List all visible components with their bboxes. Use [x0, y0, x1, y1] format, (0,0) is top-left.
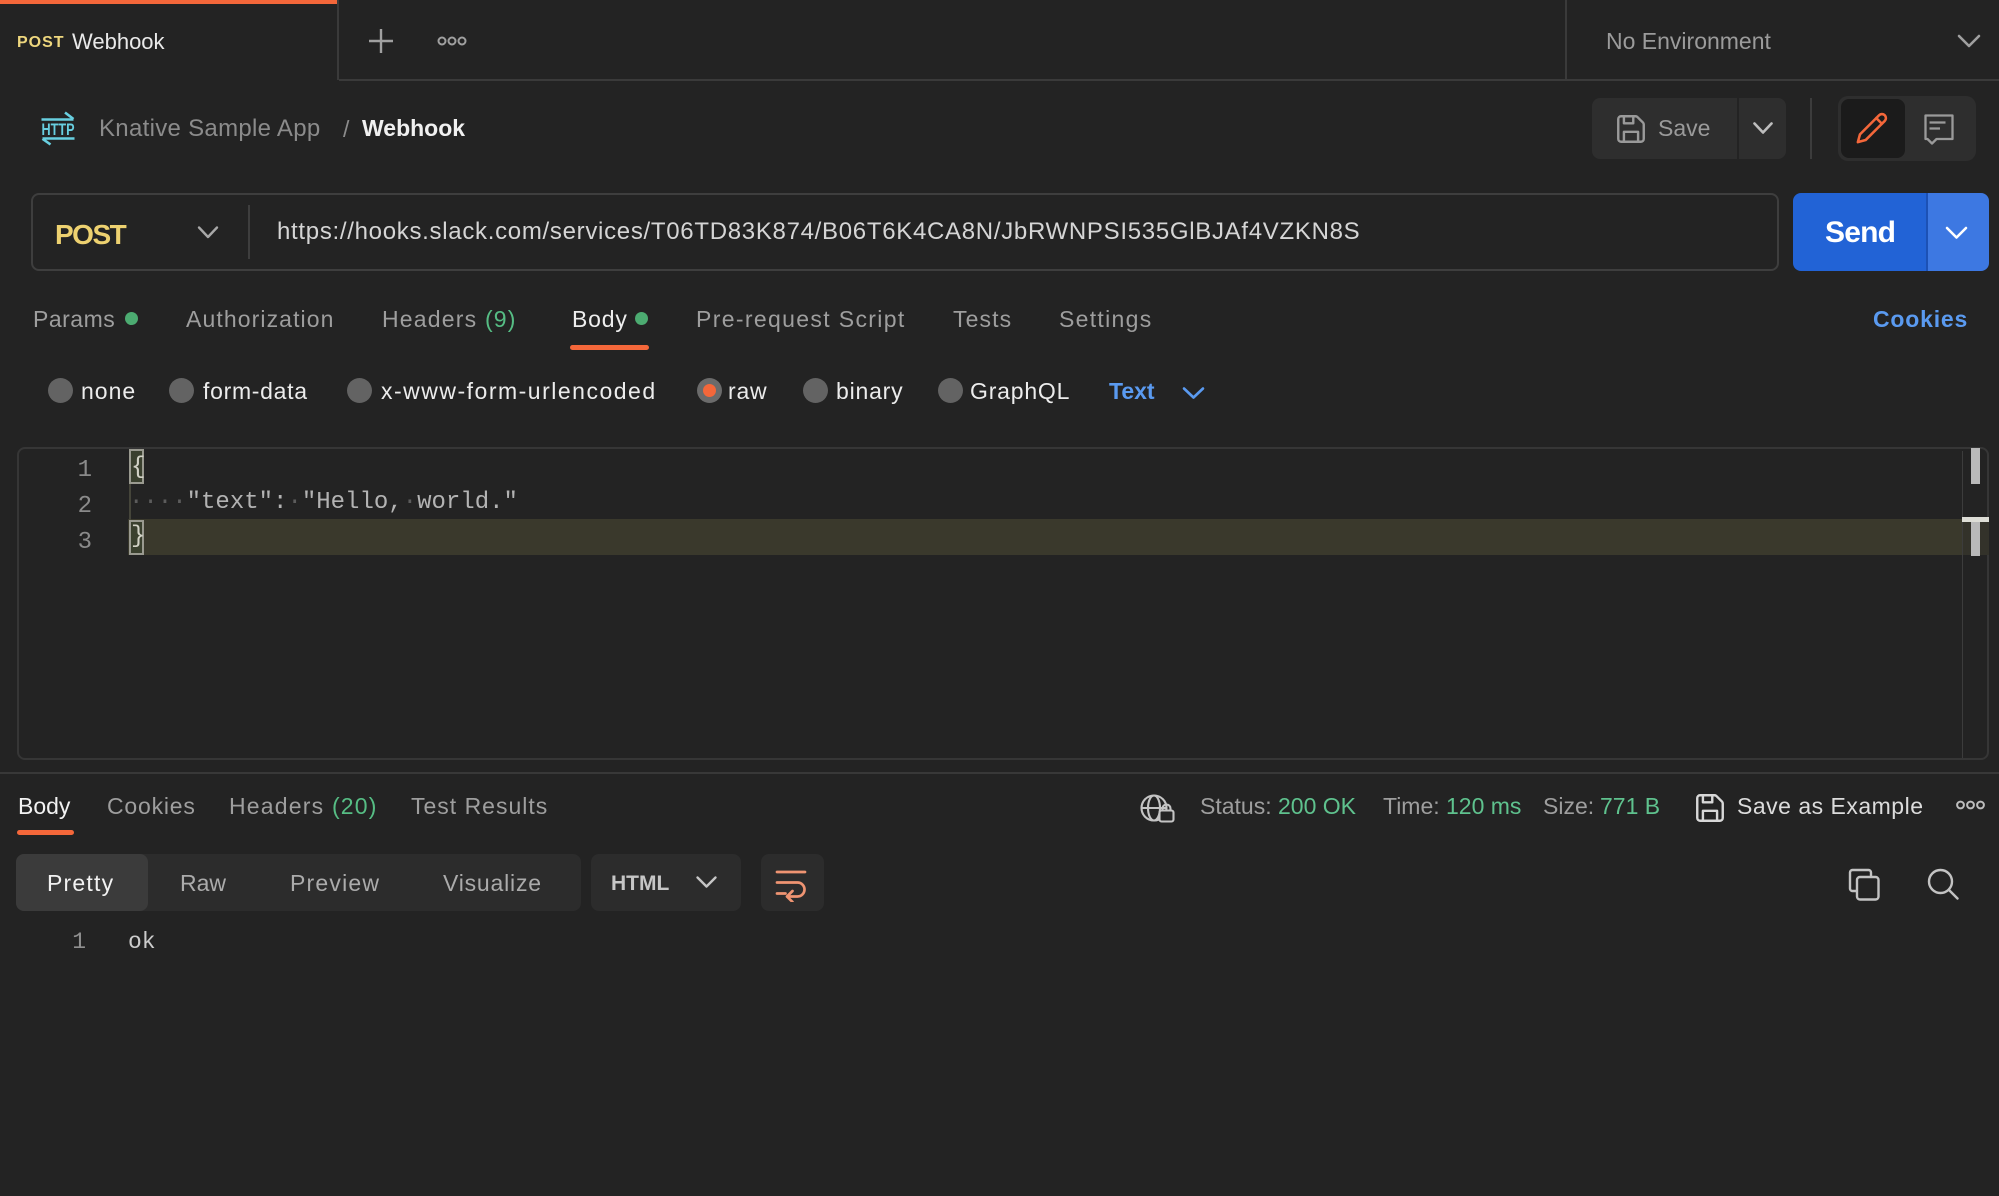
svg-text:HTTP: HTTP	[42, 120, 75, 139]
